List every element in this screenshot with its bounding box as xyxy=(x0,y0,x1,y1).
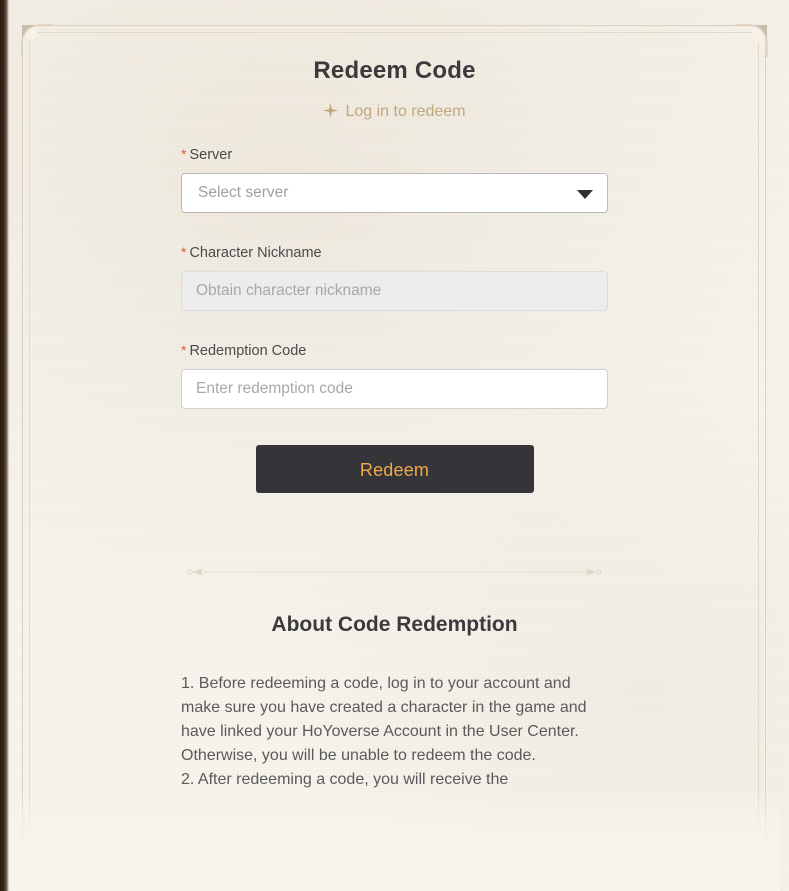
redeem-button[interactable]: Redeem xyxy=(255,445,534,493)
redemption-code-field-label: * Redemption Code xyxy=(181,341,608,360)
section-divider xyxy=(181,565,608,579)
login-to-redeem-link[interactable]: Log in to redeem xyxy=(0,103,789,123)
server-field-group: * Server Select server xyxy=(181,145,608,213)
server-label-text: Server xyxy=(189,147,233,163)
code-label-text: Redemption Code xyxy=(189,343,307,359)
code-required-mark: * xyxy=(181,342,187,358)
redeem-code-page: Redeem Code Log in to redeem * Server Sel… xyxy=(0,0,789,891)
redemption-code-input[interactable] xyxy=(181,369,608,409)
server-required-mark: * xyxy=(181,146,187,162)
server-select-wrapper[interactable]: Select server xyxy=(181,173,608,213)
server-field-label: * Server xyxy=(181,145,608,164)
character-nickname-input xyxy=(181,271,608,311)
page-content: Redeem Code Log in to redeem * Server Sel… xyxy=(0,0,789,891)
sparkle-icon xyxy=(323,103,339,123)
server-select[interactable]: Select server xyxy=(181,173,608,213)
left-edge-strip xyxy=(0,0,9,891)
nickname-field-group: * Character Nickname xyxy=(181,243,608,311)
nickname-label-text: Character Nickname xyxy=(189,245,322,261)
about-section-heading: About Code Redemption xyxy=(271,613,518,636)
about-section-body: 1. Before redeeming a code, log in to yo… xyxy=(181,675,587,788)
nickname-field-label: * Character Nickname xyxy=(181,243,608,262)
redeem-form: * Server Select server * Character Nicknam… xyxy=(181,145,608,493)
login-link-label: Log in to redeem xyxy=(345,103,466,120)
redemption-code-field-group: * Redemption Code xyxy=(181,341,608,409)
nickname-required-mark: * xyxy=(181,244,187,260)
page-title: Redeem Code xyxy=(313,57,476,84)
submit-row: Redeem xyxy=(181,445,608,493)
